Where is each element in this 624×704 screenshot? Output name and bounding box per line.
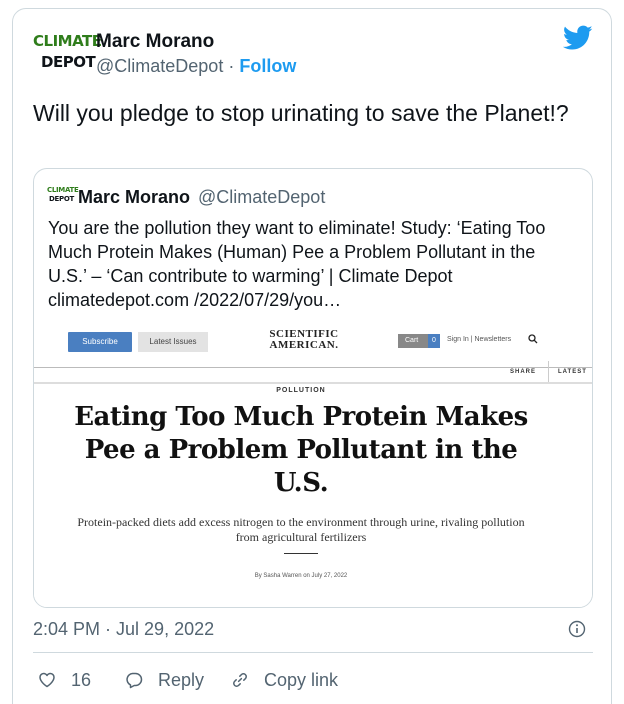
footer-separator	[33, 652, 593, 653]
tweet-card: CLIMATE DEPOT Marc Morano @ClimateDepot …	[12, 8, 612, 704]
latest-issues-button: Latest Issues	[138, 332, 208, 352]
quote-text: You are the pollution they want to elimi…	[48, 218, 546, 310]
nav-rule	[34, 382, 592, 384]
copy-link-button[interactable]: Copy link	[231, 668, 338, 692]
info-icon[interactable]	[568, 620, 586, 638]
quote-author-handle: @ClimateDepot	[198, 187, 326, 207]
speech-bubble-icon	[126, 672, 143, 689]
header-rule	[34, 367, 592, 368]
avatar-logo-line2: DEPOT	[41, 53, 96, 71]
like-count: 16	[71, 669, 92, 690]
author-handle[interactable]: @ClimateDepot	[96, 56, 223, 76]
twitter-bird-icon[interactable]	[563, 25, 593, 51]
follow-button[interactable]: Follow	[239, 56, 296, 76]
article-kicker: POLLUTION	[276, 387, 326, 394]
heart-icon	[39, 672, 55, 688]
search-icon	[528, 334, 538, 344]
article-byline: By Sasha Warren on July 27, 2022	[254, 573, 348, 579]
tweet-timestamp[interactable]: 2:04 PM · Jul 29, 2022	[33, 619, 214, 640]
account-links: Sign In | Newsletters	[447, 336, 512, 343]
author-meta: @ClimateDepot · Follow	[96, 56, 296, 77]
author-avatar[interactable]: CLIMATE DEPOT	[33, 31, 102, 79]
subscribe-button: Subscribe	[68, 332, 132, 352]
site-logo: SCIENTIFIC AMERICAN.	[269, 328, 339, 351]
article-dek: Protein-packed diets add excess nitrogen…	[77, 515, 525, 544]
quote-author-avatar: CLIMATE DEPOT	[47, 187, 79, 207]
cart-label: Cart	[405, 337, 419, 344]
cart-count: 0	[428, 334, 440, 348]
tweet-text: Will you pledge to stop urinating to sav…	[33, 100, 569, 126]
copy-link-label: Copy link	[264, 669, 339, 690]
avatar-logo-line1: CLIMATE	[33, 32, 102, 50]
meta-separator: ·	[223, 56, 240, 76]
cart-button: Cart 0	[398, 334, 440, 348]
quote-logo-line2: DEPOT	[49, 195, 74, 203]
nav-divider	[548, 361, 549, 383]
quote-logo-line1: CLIMATE	[47, 186, 79, 194]
reply-label: Reply	[158, 669, 205, 690]
quoted-tweet[interactable]: CLIMATE DEPOT Marc Morano @ClimateDepot …	[33, 168, 593, 608]
article-divider	[284, 553, 318, 554]
quote-author-name: Marc Morano	[78, 187, 191, 207]
article-headline: Eating Too Much Protein Makes Pee a Prob…	[74, 402, 528, 498]
share-label: SHARE	[510, 369, 537, 375]
latest-label: LATEST	[558, 369, 587, 375]
author-name[interactable]: Marc Morano	[96, 31, 214, 53]
reply-button[interactable]: Reply	[125, 668, 204, 692]
like-button[interactable]: 16	[38, 668, 91, 692]
link-icon	[233, 673, 247, 687]
article-preview-image: Subscribe Latest Issues SCIENTIFIC AMERI…	[34, 321, 592, 607]
